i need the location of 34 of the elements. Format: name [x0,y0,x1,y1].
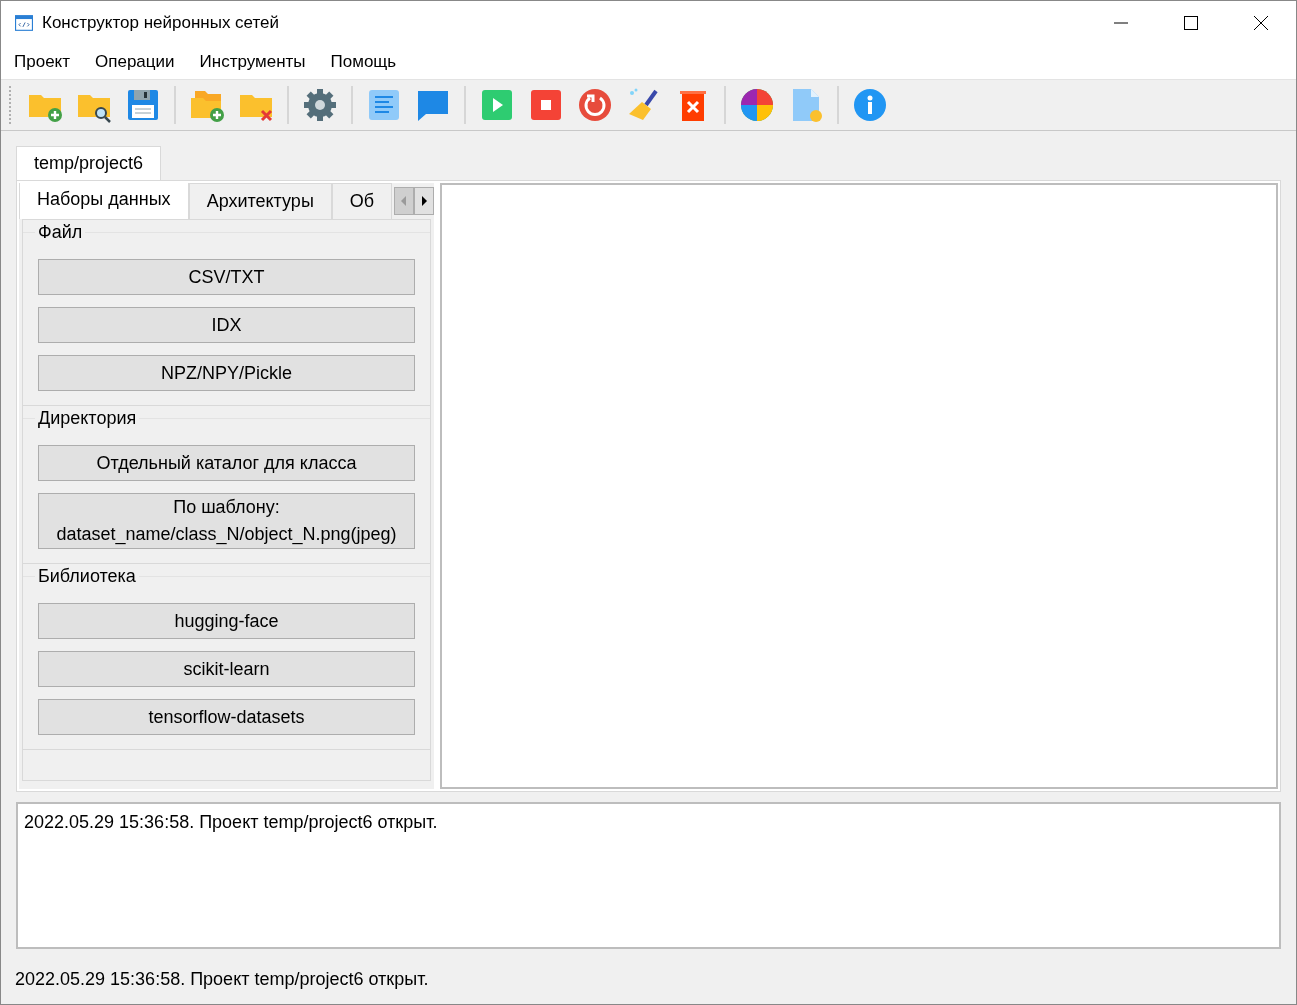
status-text: 2022.05.29 15:36:58. Проект temp/project6 открыт. [14,969,430,991]
log-line: 2022.05.29 15:36:58. Проект temp/project6 открыт. [24,812,439,833]
app-icon [15,14,33,32]
menu-item[interactable]: Помощь [322,52,409,72]
panel-tab[interactable]: Архитектуры [188,183,332,219]
caret-right-icon [420,195,428,207]
dataset-button[interactable]: Отдельный каталог для класса [38,445,415,481]
scroll-right-button[interactable] [414,187,434,215]
save-icon[interactable] [125,87,161,123]
dataset-button[interactable]: CSV/TXT [38,259,415,295]
restart-icon[interactable] [577,87,613,123]
color-wheel-icon[interactable] [739,87,775,123]
window-title: Конструктор нейронных сетей [42,13,280,33]
play-icon[interactable] [479,87,515,123]
project-tab[interactable]: temp/project6 [16,146,162,180]
group-title: Файл [37,222,84,243]
info-icon[interactable] [852,87,888,123]
dataset-button[interactable]: scikit-learn [38,651,415,687]
dataset-button[interactable]: По шаблону: dataset_name/class_N/object_N.png(jpeg) [38,493,415,549]
text-document-icon[interactable] [366,87,402,123]
dataset-button[interactable]: NPZ/NPY/Pickle [38,355,415,391]
dataset-button[interactable]: tensorflow-datasets [38,699,415,735]
dataset-button[interactable]: hugging-face [38,603,415,639]
menu-item[interactable]: Операции [87,52,187,72]
settings-icon[interactable] [302,87,338,123]
menu-item[interactable]: Инструменты [191,52,318,72]
panel-tab[interactable]: Об [331,183,393,219]
dataset-button[interactable]: IDX [38,307,415,343]
group-title: Библиотека [37,566,137,587]
stop-icon[interactable] [528,87,564,123]
group-title: Директория [37,408,138,429]
menu-item[interactable]: Проект [6,52,82,72]
panel-tab[interactable]: Наборы данных [19,183,189,219]
caret-left-icon [400,195,408,207]
